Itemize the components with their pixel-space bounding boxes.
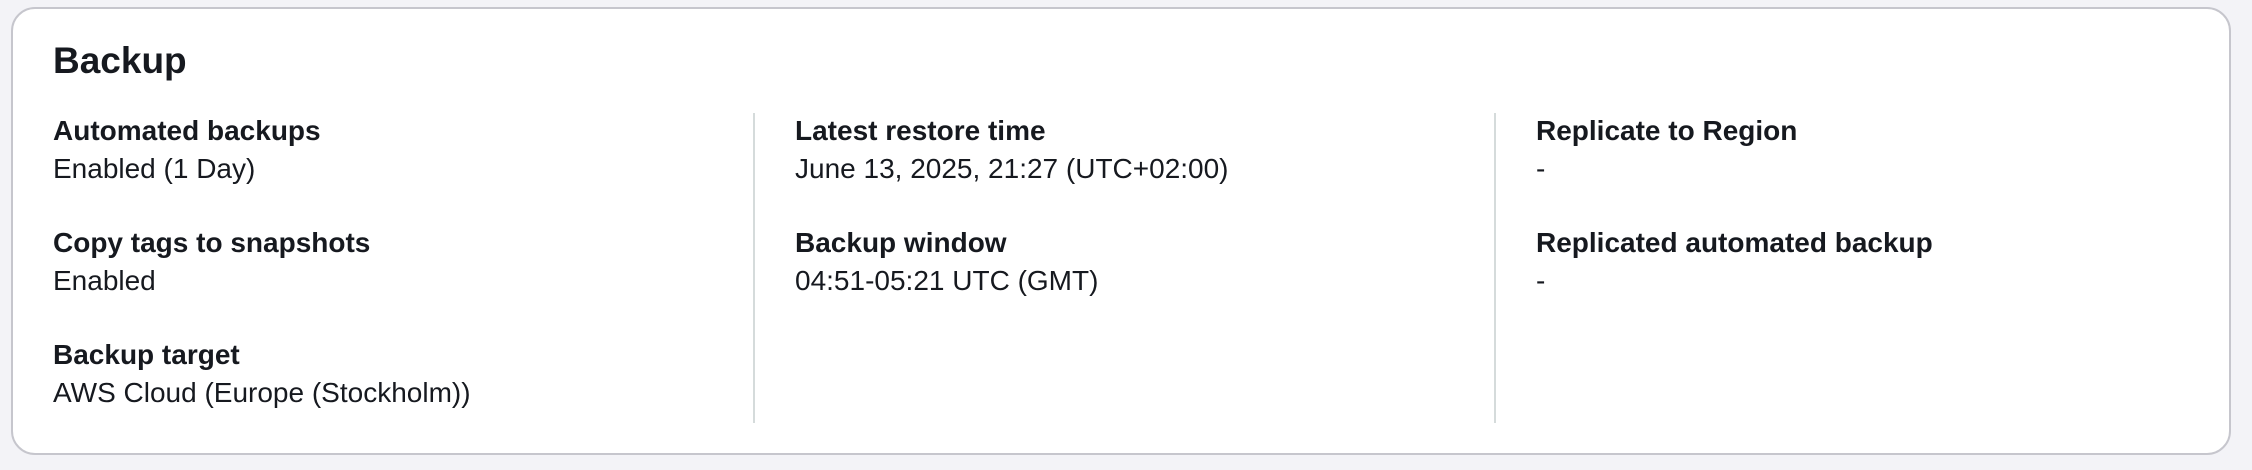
column-divider bbox=[1494, 113, 1496, 423]
backup-target-value: AWS Cloud (Europe (Stockholm)) bbox=[53, 377, 471, 408]
replicate-to-region-field: Replicate to Region - bbox=[1536, 113, 2196, 225]
backup-target-field: Backup target AWS Cloud (Europe (Stockho… bbox=[53, 337, 743, 449]
replicated-automated-backup-value: - bbox=[1536, 265, 1546, 296]
backup-window-label: Backup window bbox=[795, 227, 1007, 258]
automated-backups-label: Automated backups bbox=[53, 115, 321, 146]
column-1: Automated backups Enabled (1 Day) Copy t… bbox=[53, 113, 743, 449]
copy-tags-value: Enabled bbox=[53, 265, 156, 296]
latest-restore-time-label: Latest restore time bbox=[795, 115, 1046, 146]
replicated-automated-backup-field: Replicated automated backup - bbox=[1536, 225, 2196, 337]
backup-target-label: Backup target bbox=[53, 339, 240, 370]
latest-restore-time-value: June 13, 2025, 21:27 (UTC+02:00) bbox=[795, 153, 1229, 184]
latest-restore-time-field: Latest restore time June 13, 2025, 21:27… bbox=[795, 113, 1485, 225]
automated-backups-field: Automated backups Enabled (1 Day) bbox=[53, 113, 743, 225]
column-3: Replicate to Region - Replicated automat… bbox=[1536, 113, 2196, 337]
backup-window-value: 04:51-05:21 UTC (GMT) bbox=[795, 265, 1099, 296]
replicate-to-region-value: - bbox=[1536, 153, 1546, 184]
copy-tags-field: Copy tags to snapshots Enabled bbox=[53, 225, 743, 337]
replicated-automated-backup-label: Replicated automated backup bbox=[1536, 227, 1933, 258]
copy-tags-label: Copy tags to snapshots bbox=[53, 227, 371, 258]
column-divider bbox=[753, 113, 755, 423]
automated-backups-value: Enabled (1 Day) bbox=[53, 153, 256, 184]
replicate-to-region-label: Replicate to Region bbox=[1536, 115, 1798, 146]
column-2: Latest restore time June 13, 2025, 21:27… bbox=[795, 113, 1485, 337]
panel-title: Backup bbox=[53, 40, 187, 81]
backup-window-field: Backup window 04:51-05:21 UTC (GMT) bbox=[795, 225, 1485, 337]
backup-panel: Backup Automated backups Enabled (1 Day)… bbox=[11, 7, 2231, 455]
